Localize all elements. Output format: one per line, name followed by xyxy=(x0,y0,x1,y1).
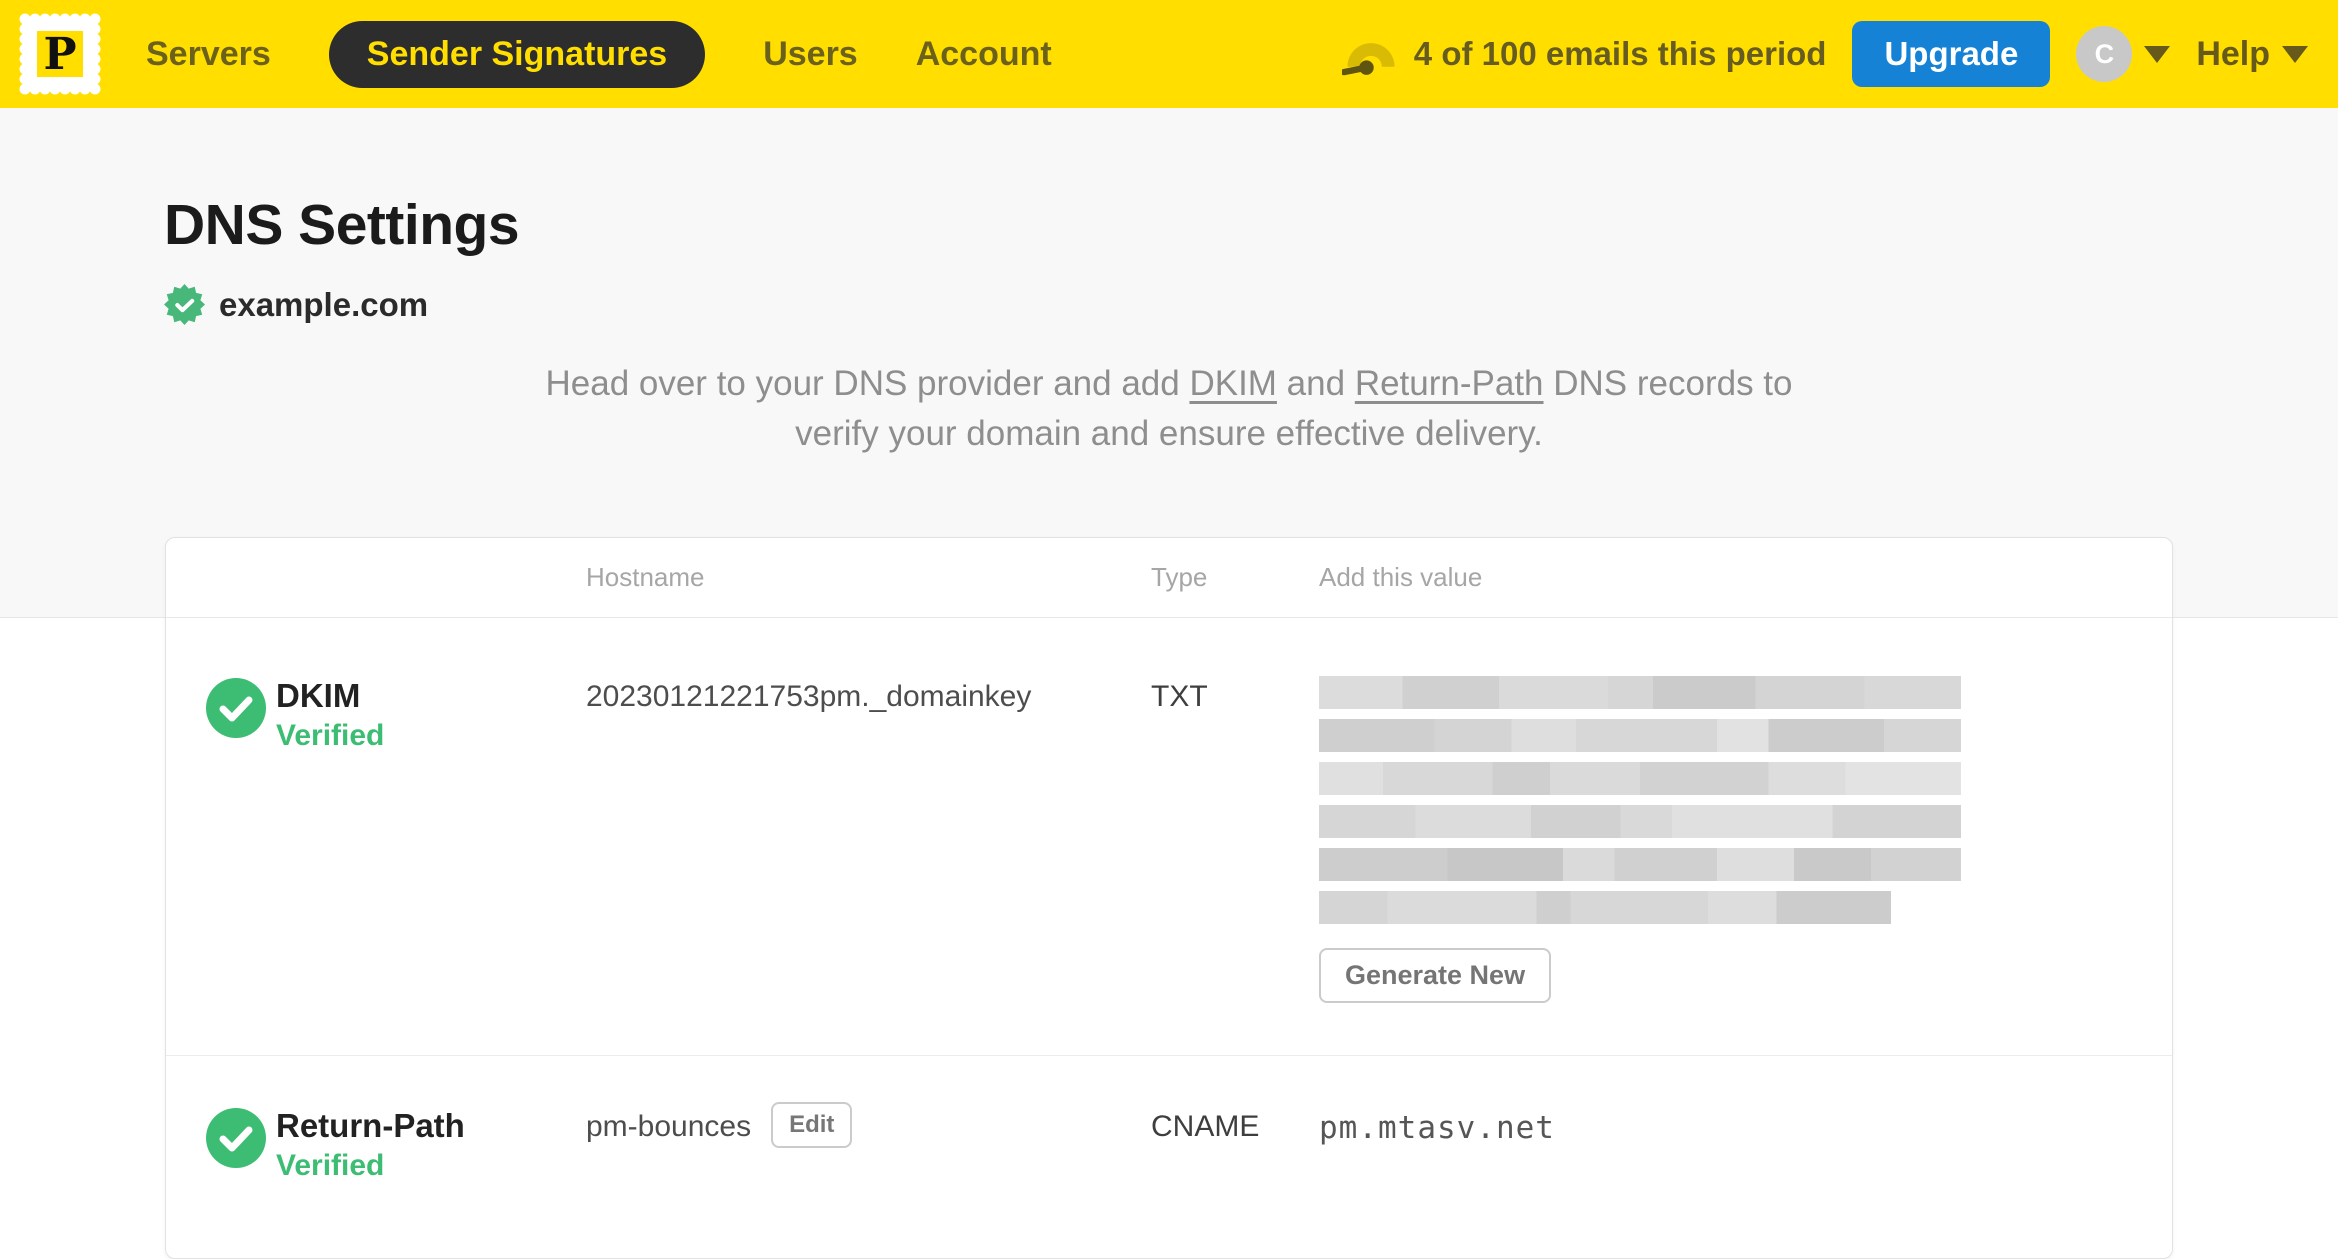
page-title: DNS Settings xyxy=(164,193,520,257)
email-usage-meter[interactable]: 4 of 100 emails this period xyxy=(1341,30,1827,78)
nav-item-servers[interactable]: Servers xyxy=(146,35,271,74)
column-header-hostname: Hostname xyxy=(586,562,705,592)
usage-text: 4 of 100 emails this period xyxy=(1413,35,1827,72)
record-name: Return-Path xyxy=(276,1107,465,1144)
top-nav-bar: P Servers Sender Signatures Users Accoun… xyxy=(0,0,2338,108)
verified-check-icon xyxy=(206,678,266,738)
record-name: DKIM xyxy=(276,677,361,714)
record-type: TXT xyxy=(1151,680,1208,713)
upgrade-button[interactable]: Upgrade xyxy=(1852,21,2051,87)
verified-domain: example.com xyxy=(164,284,2338,325)
nav-item-account[interactable]: Account xyxy=(916,35,1052,74)
avatar[interactable]: C xyxy=(2076,26,2133,82)
column-header-value: Add this value xyxy=(1319,562,1483,592)
record-type: CNAME xyxy=(1151,1110,1260,1143)
record-hostname: 20230121221753pm._domainkey xyxy=(586,680,1032,713)
nav-item-sender-signatures[interactable]: Sender Signatures xyxy=(328,20,706,88)
postmark-logo-icon[interactable]: P xyxy=(16,10,104,98)
chevron-down-icon xyxy=(2282,45,2308,63)
help-label: Help xyxy=(2196,34,2270,73)
nav-item-users[interactable]: Users xyxy=(763,35,858,74)
record-value: pm.mtasv.net xyxy=(1319,1110,1555,1146)
chevron-down-icon xyxy=(2144,45,2171,63)
table-header-row: Hostname Type Add this value xyxy=(166,538,2172,618)
status-badge: Verified xyxy=(276,1149,385,1182)
intro-text: Head over to your DNS provider and add D… xyxy=(504,359,1834,459)
help-menu[interactable]: Help xyxy=(2196,35,2308,74)
generate-new-button[interactable]: Generate New xyxy=(1319,948,1552,1003)
redacted-dns-value xyxy=(1319,676,1961,924)
gauge-icon xyxy=(1341,43,1395,76)
edit-button[interactable]: Edit xyxy=(771,1102,853,1148)
column-header-type: Type xyxy=(1151,562,1208,592)
verified-check-icon xyxy=(206,1108,266,1168)
domain-name: example.com xyxy=(219,285,429,323)
table-row-return-path: Return-Path Verified pm-bounces Edit CNA… xyxy=(166,1055,2172,1258)
topbar-right-group: 4 of 100 emails this period Upgrade C He… xyxy=(1341,21,2308,87)
svg-text:P: P xyxy=(43,29,76,80)
intro-part: Head over to your DNS provider and add xyxy=(545,364,1190,403)
verified-seal-icon xyxy=(164,284,205,325)
account-menu[interactable]: C xyxy=(2076,26,2171,82)
dkim-link[interactable]: DKIM xyxy=(1189,364,1277,403)
record-hostname: pm-bounces xyxy=(586,1110,752,1143)
table-row-dkim: DKIM Verified 20230121221753pm._domainke… xyxy=(166,618,2172,1055)
intro-part: and xyxy=(1276,364,1355,403)
status-badge: Verified xyxy=(276,719,385,752)
dns-records-table: Hostname Type Add this value DKIM Verifi… xyxy=(165,537,2173,1259)
return-path-link[interactable]: Return-Path xyxy=(1355,364,1544,403)
